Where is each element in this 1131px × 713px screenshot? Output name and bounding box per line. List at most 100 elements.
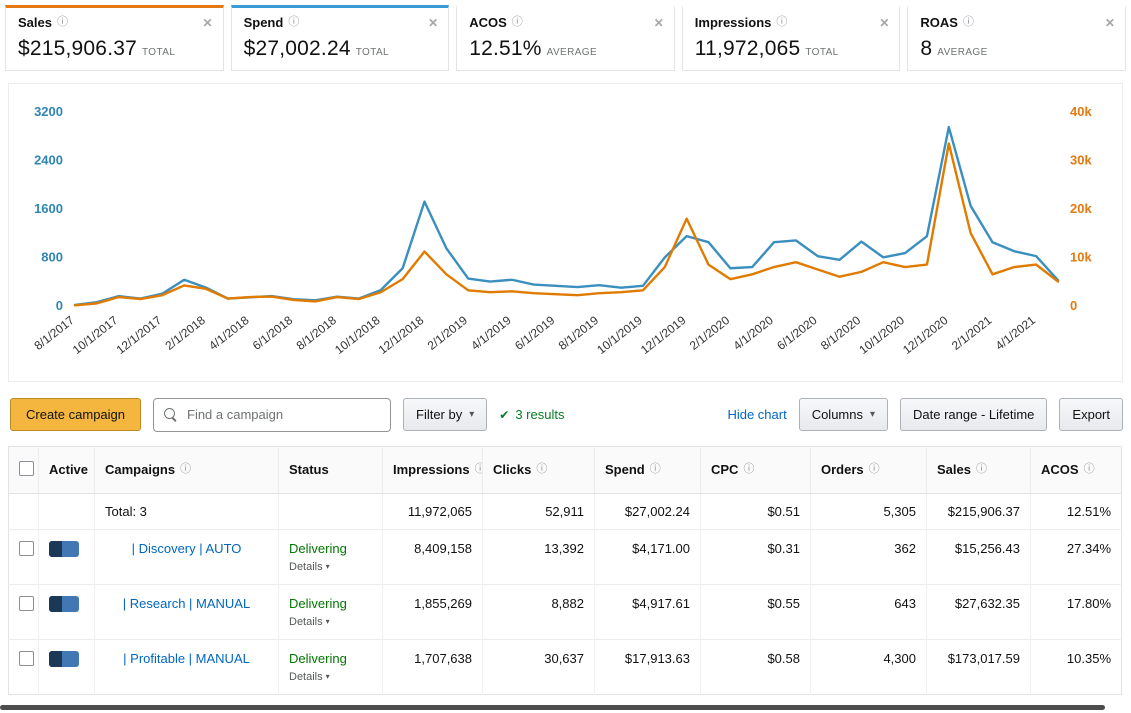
row-checkbox[interactable] bbox=[19, 651, 34, 666]
info-icon[interactable] bbox=[650, 464, 661, 475]
results-label: 3 results bbox=[515, 407, 564, 422]
chevron-down-icon bbox=[326, 617, 330, 626]
svg-text:0: 0 bbox=[1070, 298, 1077, 313]
chevron-down-icon bbox=[870, 409, 875, 420]
svg-text:2/1/2021: 2/1/2021 bbox=[949, 313, 995, 353]
check-icon bbox=[499, 407, 509, 422]
header-orders[interactable]: Orders bbox=[811, 446, 927, 493]
header-clicks[interactable]: Clicks bbox=[483, 446, 595, 493]
active-toggle[interactable] bbox=[49, 541, 79, 557]
toggle-knob bbox=[49, 651, 62, 667]
status-text: Delivering bbox=[289, 596, 372, 611]
metric-card-spend[interactable]: Spend $27,002.24TOTAL bbox=[231, 5, 450, 71]
campaign-link[interactable]: | Research | MANUAL bbox=[105, 596, 268, 611]
campaign-link[interactable]: | Profitable | MANUAL bbox=[105, 651, 268, 666]
metric-label: Sales bbox=[18, 15, 52, 30]
clicks-cell: 30,637 bbox=[483, 639, 595, 694]
svg-text:6/1/2018: 6/1/2018 bbox=[250, 313, 296, 353]
export-button[interactable]: Export bbox=[1059, 398, 1123, 431]
svg-text:10k: 10k bbox=[1070, 249, 1092, 264]
svg-text:12/1/2018: 12/1/2018 bbox=[376, 313, 427, 357]
search-icon bbox=[164, 408, 177, 421]
hide-chart-link[interactable]: Hide chart bbox=[727, 407, 786, 422]
impressions-cell: 8,409,158 bbox=[383, 529, 483, 584]
header-cpc[interactable]: CPC bbox=[701, 446, 811, 493]
active-toggle[interactable] bbox=[49, 596, 79, 612]
details-label: Details bbox=[289, 561, 323, 573]
total-cpc: $0.51 bbox=[701, 493, 811, 529]
close-icon[interactable] bbox=[428, 16, 438, 30]
row-checkbox[interactable] bbox=[19, 541, 34, 556]
info-icon[interactable] bbox=[869, 464, 880, 475]
header-impressions[interactable]: Impressions bbox=[383, 446, 483, 493]
metric-suffix: TOTAL bbox=[142, 47, 175, 58]
columns-label: Columns bbox=[812, 407, 863, 422]
metric-label: Spend bbox=[244, 15, 284, 30]
info-icon[interactable] bbox=[288, 17, 299, 28]
close-icon[interactable] bbox=[203, 16, 213, 30]
metric-label: ROAS bbox=[920, 15, 958, 30]
svg-text:10/1/2018: 10/1/2018 bbox=[332, 313, 383, 357]
date-range-button[interactable]: Date range - Lifetime bbox=[900, 398, 1047, 431]
header-campaigns[interactable]: Campaigns bbox=[95, 446, 279, 493]
metric-card-sales[interactable]: Sales $215,906.37TOTAL bbox=[5, 5, 224, 71]
cpc-cell: $0.55 bbox=[701, 584, 811, 639]
total-orders: 5,305 bbox=[811, 493, 927, 529]
campaign-search[interactable] bbox=[153, 398, 391, 432]
filter-by-button[interactable]: Filter by bbox=[403, 398, 487, 431]
details-dropdown[interactable]: Details bbox=[289, 616, 330, 628]
info-icon[interactable] bbox=[180, 464, 191, 475]
total-row: Total: 3 11,972,065 52,911 $27,002.24 $0… bbox=[9, 493, 1122, 529]
svg-text:3200: 3200 bbox=[34, 104, 63, 119]
info-icon[interactable] bbox=[536, 464, 547, 475]
create-campaign-button[interactable]: Create campaign bbox=[10, 398, 141, 431]
performance-chart: 0800160024003200010k20k30k40k8/1/201710/… bbox=[11, 94, 1120, 381]
search-input[interactable] bbox=[185, 406, 380, 423]
row-checkbox[interactable] bbox=[19, 596, 34, 611]
metric-card-acos[interactable]: ACOS 12.51%AVERAGE bbox=[456, 5, 675, 71]
total-clicks: 52,911 bbox=[483, 493, 595, 529]
metric-card-impressions[interactable]: Impressions 11,972,065TOTAL bbox=[682, 5, 901, 71]
metric-label: Impressions bbox=[695, 15, 772, 30]
campaign-link[interactable]: | Discovery | AUTO bbox=[105, 541, 268, 556]
info-icon[interactable] bbox=[57, 17, 68, 28]
svg-text:6/1/2020: 6/1/2020 bbox=[774, 313, 820, 353]
info-icon[interactable] bbox=[1084, 464, 1095, 475]
header-spend[interactable]: Spend bbox=[595, 446, 701, 493]
acos-cell: 27.34% bbox=[1031, 529, 1122, 584]
details-dropdown[interactable]: Details bbox=[289, 561, 330, 573]
total-acos: 12.51% bbox=[1031, 493, 1122, 529]
columns-button[interactable]: Columns bbox=[799, 398, 888, 431]
select-all-checkbox[interactable] bbox=[19, 461, 34, 476]
header-sales[interactable]: Sales bbox=[927, 446, 1031, 493]
close-icon[interactable] bbox=[1105, 16, 1115, 30]
info-icon[interactable] bbox=[963, 17, 974, 28]
svg-text:4/1/2020: 4/1/2020 bbox=[731, 313, 777, 353]
horizontal-scrollbar[interactable] bbox=[0, 705, 1105, 710]
svg-text:4/1/2019: 4/1/2019 bbox=[468, 313, 514, 353]
chevron-down-icon bbox=[326, 562, 330, 571]
toggle-knob bbox=[49, 541, 62, 557]
info-icon[interactable] bbox=[512, 17, 523, 28]
metric-suffix: AVERAGE bbox=[937, 47, 987, 58]
results-count: 3 results bbox=[499, 407, 564, 422]
svg-text:12/1/2020: 12/1/2020 bbox=[900, 313, 951, 357]
sales-cell: $15,256.43 bbox=[927, 529, 1031, 584]
close-icon[interactable] bbox=[654, 16, 664, 30]
active-toggle[interactable] bbox=[49, 651, 79, 667]
details-dropdown[interactable]: Details bbox=[289, 671, 330, 683]
svg-text:10/1/2017: 10/1/2017 bbox=[70, 313, 121, 357]
metric-value: $27,002.24TOTAL bbox=[244, 37, 437, 61]
total-impressions: 11,972,065 bbox=[383, 493, 483, 529]
sales-cell: $27,632.35 bbox=[927, 584, 1031, 639]
close-icon[interactable] bbox=[879, 16, 889, 30]
info-icon[interactable] bbox=[475, 464, 483, 475]
metric-suffix: AVERAGE bbox=[547, 47, 597, 58]
header-acos[interactable]: ACOS bbox=[1031, 446, 1122, 493]
metric-card-roas[interactable]: ROAS 8AVERAGE bbox=[907, 5, 1126, 71]
campaigns-toolbar: Create campaign Filter by 3 results Hide… bbox=[0, 382, 1131, 444]
info-icon[interactable] bbox=[776, 17, 787, 28]
sales-cell: $173,017.59 bbox=[927, 639, 1031, 694]
info-icon[interactable] bbox=[976, 464, 987, 475]
info-icon[interactable] bbox=[743, 464, 754, 475]
